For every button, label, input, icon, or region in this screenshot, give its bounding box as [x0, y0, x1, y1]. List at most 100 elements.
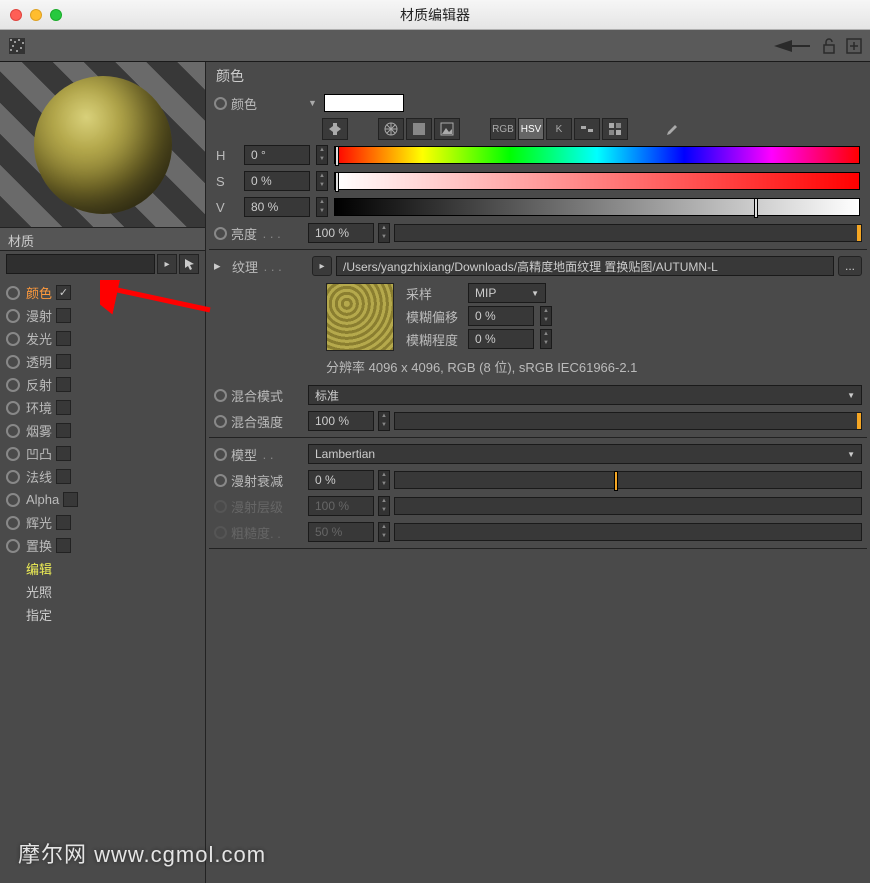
spectrum-picker-icon[interactable] [406, 118, 432, 140]
texture-path-field[interactable]: /Users/yangzhixiang/Downloads/高精度地面纹理 置换… [336, 256, 834, 276]
channel-radio[interactable] [6, 493, 20, 507]
texture-disclosure[interactable]: ▸ [214, 258, 224, 274]
channel-radio[interactable] [6, 516, 20, 530]
nav-arrow-icon[interactable] [772, 38, 812, 54]
new-icon[interactable] [846, 38, 862, 54]
channel-label: 反射 [26, 375, 52, 394]
hsv-H-slider[interactable] [334, 146, 860, 164]
level-field: 100 % [308, 496, 374, 516]
channel-radio[interactable] [6, 378, 20, 392]
hsv-S-spinner[interactable]: ▲▼ [316, 171, 328, 191]
material-menu-button[interactable]: ▸ [157, 254, 177, 274]
hsv-S-slider[interactable] [334, 172, 860, 190]
channel-颜色[interactable]: 颜色✓ [0, 281, 205, 304]
column-picker-icon[interactable] [322, 118, 348, 140]
hsv-H-spinner[interactable]: ▲▼ [316, 145, 328, 165]
blur-scale-spinner[interactable]: ▲▼ [540, 329, 552, 349]
hsv-V-slider[interactable] [334, 198, 860, 216]
subtab-编辑[interactable]: 编辑 [0, 557, 205, 580]
wheel-picker-icon[interactable] [378, 118, 404, 140]
channel-radio[interactable] [6, 539, 20, 553]
channel-漫射[interactable]: 漫射 [0, 304, 205, 327]
blur-offset-field[interactable]: 0 % [468, 306, 534, 326]
mixstrength-spinner[interactable]: ▲▼ [378, 411, 390, 431]
subtab-指定[interactable]: 指定 [0, 603, 205, 626]
color-swatch[interactable] [324, 94, 404, 112]
hsv-H-field[interactable]: 0 ° [244, 145, 310, 165]
swatches-icon[interactable] [602, 118, 628, 140]
kelvin-mode-button[interactable]: K [546, 118, 572, 140]
model-dropdown[interactable]: Lambertian▼ [308, 444, 862, 464]
subtab-光照[interactable]: 光照 [0, 580, 205, 603]
channel-发光[interactable]: 发光 [0, 327, 205, 350]
material-preview[interactable] [0, 62, 205, 227]
channel-label: Alpha [26, 492, 59, 507]
channel-checkbox[interactable] [56, 469, 71, 484]
blur-scale-field[interactable]: 0 % [468, 329, 534, 349]
noise-icon[interactable] [8, 37, 26, 55]
brightness-field[interactable]: 100 % [308, 223, 374, 243]
mixmode-dropdown[interactable]: 标准▼ [308, 385, 862, 405]
hsv-V-field[interactable]: 80 % [244, 197, 310, 217]
mixstrength-radio[interactable] [214, 415, 227, 428]
channel-checkbox[interactable] [56, 446, 71, 461]
channel-radio[interactable] [6, 447, 20, 461]
hsv-S-field[interactable]: 0 % [244, 171, 310, 191]
channel-checkbox[interactable] [56, 308, 71, 323]
channel-checkbox[interactable] [56, 354, 71, 369]
channel-checkbox[interactable] [56, 515, 71, 530]
mixstrength-field[interactable]: 100 % [308, 411, 374, 431]
color-anim-radio[interactable] [214, 97, 227, 110]
rgb-mode-button[interactable]: RGB [490, 118, 516, 140]
channel-checkbox[interactable] [56, 423, 71, 438]
brightness-radio[interactable] [214, 227, 227, 240]
texture-more-button[interactable]: ... [838, 256, 862, 276]
hsv-mode-button[interactable]: HSV [518, 118, 544, 140]
channel-label: 环境 [26, 398, 52, 417]
falloff-spinner[interactable]: ▲▼ [378, 470, 390, 490]
mixmode-radio[interactable] [214, 389, 227, 402]
texture-browse-button[interactable]: ▸ [312, 256, 332, 276]
channel-radio[interactable] [6, 424, 20, 438]
sampling-dropdown[interactable]: MIP▼ [468, 283, 546, 303]
falloff-radio[interactable] [214, 474, 227, 487]
channel-checkbox[interactable] [63, 492, 78, 507]
mixer-icon[interactable] [574, 118, 600, 140]
model-radio[interactable] [214, 448, 227, 461]
channel-radio[interactable] [6, 309, 20, 323]
channel-checkbox[interactable] [56, 377, 71, 392]
channel-凹凸[interactable]: 凹凸 [0, 442, 205, 465]
hsv-V-spinner[interactable]: ▲▼ [316, 197, 328, 217]
channel-radio[interactable] [6, 332, 20, 346]
channel-法线[interactable]: 法线 [0, 465, 205, 488]
channel-环境[interactable]: 环境 [0, 396, 205, 419]
falloff-slider[interactable] [394, 471, 862, 489]
channel-checkbox[interactable] [56, 538, 71, 553]
lock-icon[interactable] [822, 38, 836, 54]
brightness-slider[interactable] [394, 224, 862, 242]
material-name-input[interactable] [6, 254, 155, 274]
channel-Alpha[interactable]: Alpha [0, 488, 205, 511]
eyedropper-icon[interactable] [658, 118, 684, 140]
material-picker-button[interactable] [179, 254, 199, 274]
channel-透明[interactable]: 透明 [0, 350, 205, 373]
channel-radio[interactable] [6, 470, 20, 484]
channel-反射[interactable]: 反射 [0, 373, 205, 396]
blur-offset-spinner[interactable]: ▲▼ [540, 306, 552, 326]
brightness-spinner[interactable]: ▲▼ [378, 223, 390, 243]
channel-radio[interactable] [6, 355, 20, 369]
channel-radio[interactable] [6, 401, 20, 415]
texture-thumbnail[interactable] [326, 283, 394, 351]
hsv-S-label: S [216, 174, 238, 189]
channel-烟雾[interactable]: 烟雾 [0, 419, 205, 442]
channel-radio[interactable] [6, 286, 20, 300]
channel-checkbox[interactable]: ✓ [56, 285, 71, 300]
image-picker-icon[interactable] [434, 118, 460, 140]
channel-辉光[interactable]: 辉光 [0, 511, 205, 534]
color-disclosure[interactable]: ▼ [308, 98, 320, 108]
falloff-field[interactable]: 0 % [308, 470, 374, 490]
channel-置换[interactable]: 置换 [0, 534, 205, 557]
channel-checkbox[interactable] [56, 331, 71, 346]
mixstrength-slider[interactable] [394, 412, 862, 430]
channel-checkbox[interactable] [56, 400, 71, 415]
